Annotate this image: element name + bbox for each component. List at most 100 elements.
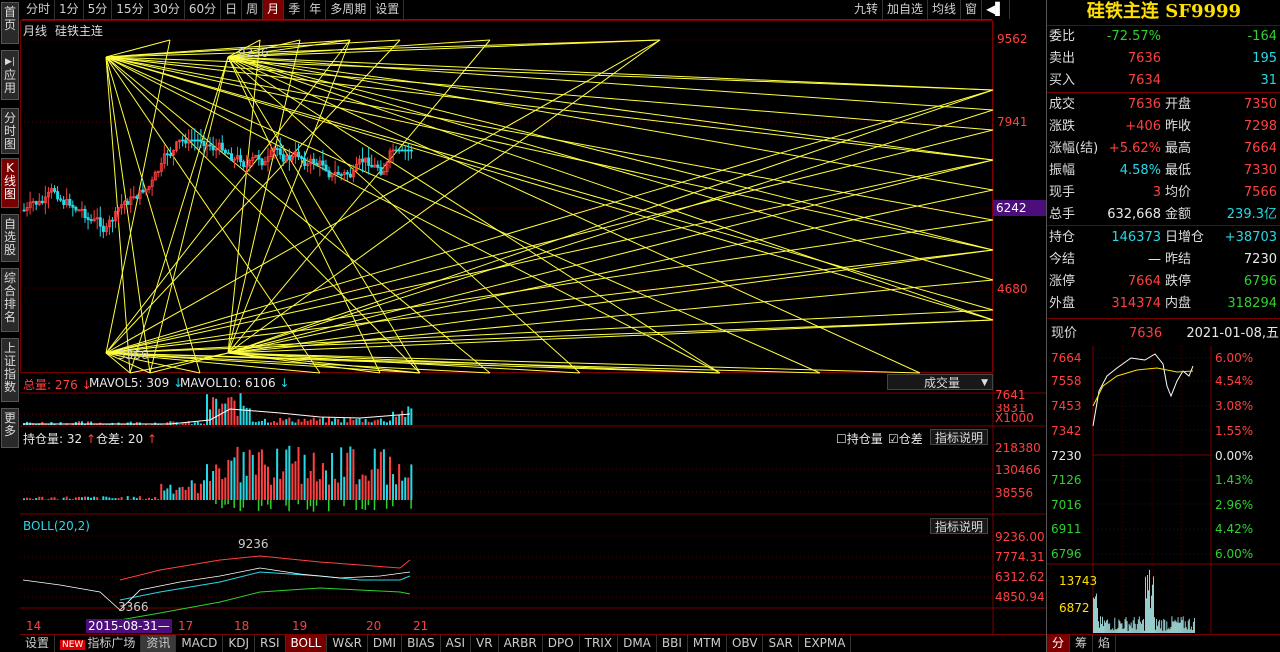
quote-row: 外盘 314374 内盘 318294 <box>1047 293 1280 315</box>
boll-high-label: 9236 <box>238 537 269 551</box>
tab-trix[interactable]: TRIX <box>580 635 619 652</box>
oi-checkbox[interactable]: ☐持仓量 <box>836 430 883 447</box>
candle-body <box>370 165 374 168</box>
oi-bar <box>346 452 349 500</box>
mini-vol-bar <box>1105 622 1107 633</box>
mini-vol-bar <box>1136 623 1138 633</box>
period-tab[interactable]: 季 <box>284 0 306 19</box>
candle-body <box>98 217 102 227</box>
tab-rsi[interactable]: RSI <box>255 635 286 652</box>
side-tab-watchlist[interactable]: 自选股 <box>1 214 19 262</box>
oi-bar <box>221 479 224 500</box>
side-tab-more[interactable]: 更多 <box>1 408 19 448</box>
oi-bar <box>154 496 157 500</box>
period-tab[interactable]: 5分 <box>84 0 113 19</box>
mini-tab-chips[interactable]: 筹 <box>1070 635 1094 652</box>
tab-dpo[interactable]: DPO <box>543 635 580 652</box>
jiuzhuan-button[interactable]: 九转 <box>850 0 884 19</box>
oi-bar <box>309 470 312 500</box>
news-tab[interactable]: 资讯 <box>141 635 177 652</box>
oi-bar <box>32 499 35 500</box>
volume-bar <box>358 418 361 425</box>
settings-button[interactable]: 设置 <box>371 0 405 19</box>
period-tab[interactable]: 15分 <box>112 0 149 19</box>
oi-diff-bar <box>242 500 245 508</box>
candle-body <box>202 140 206 147</box>
indicator-dropdown[interactable]: 成交量 ▼ <box>887 374 993 390</box>
oi-bar <box>410 464 413 500</box>
oi-bar <box>373 448 376 500</box>
add-watchlist-button[interactable]: 加自选 <box>883 0 929 19</box>
side-tab-apps[interactable]: ▶| 应用 <box>1 50 19 100</box>
side-tab-index[interactable]: 上证指数 <box>1 338 19 402</box>
mini-tab-flame[interactable]: 焰 <box>1093 635 1117 652</box>
candle-body <box>345 172 349 175</box>
quote-key2: 金额 <box>1165 207 1192 222</box>
candle-body <box>141 189 145 193</box>
tab-macd[interactable]: MACD <box>176 635 224 652</box>
quote-value: 7664 <box>1127 274 1161 289</box>
mini-vol-bar <box>1157 625 1159 633</box>
period-tab[interactable]: 年 <box>305 0 327 19</box>
mini-pct-tick: 2.96% <box>1215 498 1254 512</box>
period-tab[interactable]: 日 <box>221 0 243 19</box>
tab-dma[interactable]: DMA <box>618 635 657 652</box>
tab-kdj[interactable]: KDJ <box>223 635 256 652</box>
candle-body <box>348 173 352 178</box>
quote-key: 今结 <box>1049 252 1076 267</box>
tab-boll[interactable]: BOLL <box>285 635 328 652</box>
tab-wr[interactable]: W&R <box>327 635 368 652</box>
y-tick: 7941 <box>997 115 1028 129</box>
volume-bar <box>227 397 230 425</box>
window-button[interactable]: 窗 <box>961 0 983 19</box>
oi-bar <box>361 474 364 500</box>
period-tab[interactable]: 多周期 <box>326 0 372 19</box>
volume-bar <box>309 419 312 425</box>
diff-checkbox[interactable]: ☑仓差 <box>888 430 923 447</box>
tab-arbr[interactable]: ARBR <box>499 635 543 652</box>
oi-bar <box>96 497 99 500</box>
candle-body <box>394 149 398 152</box>
indicator-plaza-tab[interactable]: NEW 指标广场 <box>55 635 142 652</box>
oi-bar <box>276 448 279 500</box>
tab-dmi[interactable]: DMI <box>368 635 403 652</box>
candle-body <box>300 156 304 159</box>
oi-bar <box>367 480 370 500</box>
tab-bbi[interactable]: BBI <box>657 635 688 652</box>
quote-key: 卖出 <box>1049 51 1076 66</box>
quote-row: 委比 -72.57% -164 <box>1047 26 1280 48</box>
side-tab-kline[interactable]: K线图 <box>1 158 19 208</box>
period-tab[interactable]: 分时 <box>22 0 56 19</box>
period-tab[interactable]: 30分 <box>149 0 185 19</box>
tab-mtm[interactable]: MTM <box>688 635 727 652</box>
oi-bar <box>84 496 86 500</box>
collapse-icon[interactable]: ◀▌ <box>982 0 1010 19</box>
side-tab-ranking[interactable]: 综合排名 <box>1 268 19 332</box>
mini-vol-bar <box>1181 619 1183 633</box>
mini-tab-timeshare[interactable]: 分 <box>1047 635 1071 652</box>
settings-tab[interactable]: 设置 <box>20 635 56 652</box>
tab-vr[interactable]: VR <box>471 635 499 652</box>
oi-bar <box>90 497 93 500</box>
period-tab[interactable]: 60分 <box>185 0 222 19</box>
period-tab[interactable]: 周 <box>242 0 264 19</box>
tab-expma[interactable]: EXPMA <box>799 635 852 652</box>
ma-button[interactable]: 均线 <box>928 0 962 19</box>
quote-value2: 7230 <box>1243 252 1277 267</box>
tab-bias[interactable]: BIAS <box>402 635 441 652</box>
tab-asi[interactable]: ASI <box>441 635 472 652</box>
period-tab-month[interactable]: 月 <box>263 0 285 19</box>
boll-explain-button[interactable]: 指标说明 <box>930 518 989 534</box>
volume-bar <box>178 424 181 425</box>
oi-bar <box>233 457 236 500</box>
x-tick: 18 <box>234 619 250 633</box>
candle-body <box>111 219 115 222</box>
side-tab-home[interactable]: 首页 <box>1 2 19 44</box>
tab-obv[interactable]: OBV <box>727 635 764 652</box>
indicator-explain-button[interactable]: 指标说明 <box>930 429 989 445</box>
side-tab-timeshare[interactable]: 分时图 <box>1 108 19 154</box>
kline-chart[interactable] <box>20 20 1046 634</box>
period-tab[interactable]: 1分 <box>55 0 84 19</box>
oi-bar <box>318 479 321 500</box>
tab-sar[interactable]: SAR <box>763 635 799 652</box>
